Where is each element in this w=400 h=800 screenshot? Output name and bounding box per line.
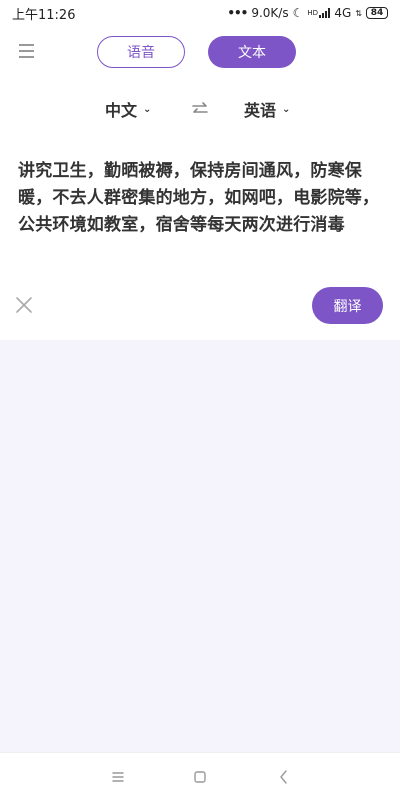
source-language-dropdown[interactable]: 中文 ⌄ bbox=[105, 94, 151, 124]
clear-icon[interactable] bbox=[15, 296, 33, 314]
source-text-input[interactable]: 讲究卫生，勤晒被褥，保持房间通风，防寒保暖，不去人群密集的地方，如网吧，电影院等… bbox=[18, 158, 388, 239]
battery-level: 84 bbox=[370, 8, 384, 18]
net-speed: 9.0K/s bbox=[251, 6, 289, 20]
home-icon[interactable] bbox=[190, 767, 210, 787]
hd-icon: HD bbox=[307, 8, 319, 17]
recent-apps-icon[interactable] bbox=[108, 767, 128, 787]
status-time: 上午11:26 bbox=[12, 7, 76, 23]
data-arrows-icon: ⇅ bbox=[355, 8, 362, 18]
swap-languages-icon[interactable] bbox=[190, 99, 210, 119]
source-language-label: 中文 bbox=[105, 101, 138, 120]
translation-result-area bbox=[0, 340, 400, 752]
status-indicators: ••• 9.0K/s ☾ HD 4G ⇅ 84 bbox=[227, 6, 388, 20]
system-nav-bar bbox=[0, 752, 400, 800]
more-dots-icon: ••• bbox=[227, 6, 248, 20]
network-type: 4G bbox=[334, 6, 352, 20]
battery-icon: 84 bbox=[366, 7, 388, 19]
translate-button[interactable]: 翻译 bbox=[312, 287, 383, 324]
signal-icon bbox=[319, 8, 331, 18]
target-language-label: 英语 bbox=[244, 101, 277, 120]
back-icon[interactable] bbox=[274, 767, 294, 787]
chevron-down-icon: ⌄ bbox=[282, 103, 291, 115]
target-language-dropdown[interactable]: 英语 ⌄ bbox=[244, 94, 290, 124]
status-bar: 上午11:26 ••• 9.0K/s ☾ HD 4G ⇅ 84 bbox=[0, 0, 400, 26]
moon-icon: ☾ bbox=[292, 6, 304, 20]
tab-voice[interactable]: 语音 bbox=[97, 36, 185, 68]
translator-screen: 上午11:26 ••• 9.0K/s ☾ HD 4G ⇅ 84 语音 文本 中文… bbox=[0, 0, 400, 800]
menu-icon[interactable] bbox=[19, 44, 35, 60]
chevron-down-icon: ⌄ bbox=[143, 103, 152, 115]
header: 语音 文本 bbox=[0, 34, 400, 72]
language-selector: 中文 ⌄ 英语 ⌄ bbox=[0, 94, 400, 124]
tab-text[interactable]: 文本 bbox=[208, 36, 296, 68]
